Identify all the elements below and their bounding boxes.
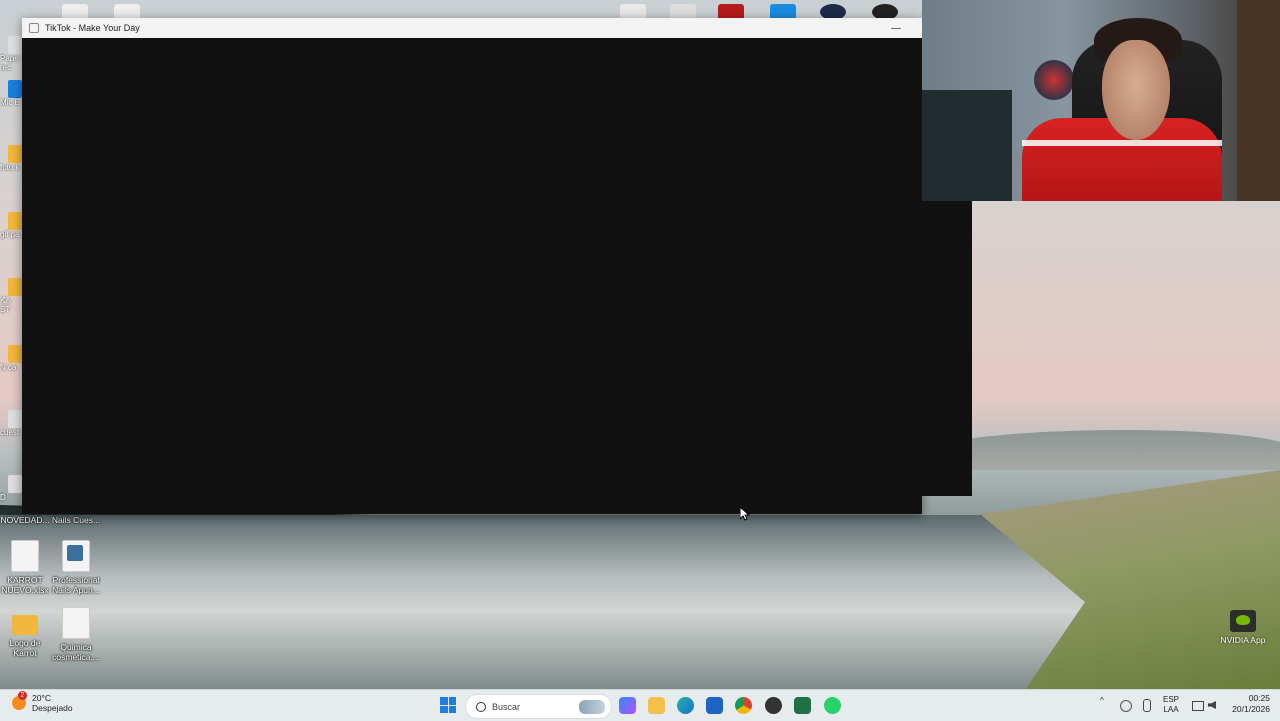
- icon-label: NOVEDAD...: [0, 515, 50, 525]
- icon-label: KA ST: [0, 296, 11, 314]
- start-icon-quad: [440, 697, 448, 705]
- start-icon-quad: [448, 697, 456, 705]
- desktop-icon-novedad[interactable]: NOVEDAD...: [0, 515, 50, 525]
- start-icon-quad: [440, 705, 448, 713]
- window-titlebar[interactable]: TikTok - Make Your Day —: [22, 18, 922, 38]
- icon-label: Nails Cues...: [51, 515, 101, 525]
- desktop-icon-partial[interactable]: gif pa: [0, 212, 22, 250]
- desktop-icon-partial[interactable]: N ca: [0, 345, 22, 383]
- desktop-icon-karrot-nuevo[interactable]: KARROT NUEVO.xlsx: [0, 540, 50, 595]
- file-icon: [8, 475, 22, 493]
- document-icon: [62, 540, 90, 572]
- network-icon[interactable]: [1192, 701, 1204, 711]
- window-content[interactable]: [22, 38, 922, 514]
- weather-sun-icon: 2: [12, 691, 27, 710]
- taskbar-search[interactable]: Buscar: [465, 694, 612, 719]
- desktop-icon-partial[interactable]: Pape rec: [0, 36, 22, 74]
- file-explorer-icon[interactable]: [648, 697, 665, 714]
- webcam-overlay: [922, 0, 1280, 201]
- icon-label: Mic E: [0, 98, 20, 107]
- microphone-icon[interactable]: [1143, 699, 1151, 712]
- weather-text: 20°C Despejado: [32, 693, 73, 713]
- window-content-extension[interactable]: [922, 201, 972, 496]
- copilot-icon[interactable]: [619, 697, 636, 714]
- desktop-icon-quimica[interactable]: Quimica cosmetica....: [51, 607, 101, 662]
- obs-icon[interactable]: [765, 697, 782, 714]
- icon-label: Quimica cosmetica....: [52, 642, 100, 662]
- language-indicator[interactable]: ESP LAA: [1163, 695, 1179, 715]
- webcam-face: [1102, 40, 1170, 140]
- recycle-bin-icon: [8, 36, 22, 54]
- app-icon: [29, 23, 39, 33]
- desktop-icon-partial[interactable]: foto k: [0, 145, 22, 183]
- desktop-icon-professional-nails[interactable]: Professional Nails Apun...: [51, 540, 101, 595]
- folder-icon: [8, 345, 22, 363]
- desktop-icon-nails-cues[interactable]: Nails Cues...: [51, 515, 101, 525]
- file-icon: [8, 410, 22, 428]
- excel-icon[interactable]: [794, 697, 811, 714]
- desktop-icon-logo-karrot[interactable]: Logo de Karrot: [0, 607, 50, 658]
- icon-label: gif pa: [0, 230, 20, 239]
- clock-time: 00:25: [1248, 693, 1270, 703]
- icon-label: KARROT NUEVO.xlsx: [1, 575, 49, 595]
- notification-badge: 2: [18, 691, 27, 700]
- icon-label: cuest: [0, 428, 20, 437]
- onedrive-icon[interactable]: [1120, 700, 1132, 712]
- minimize-button[interactable]: —: [883, 18, 909, 38]
- folder-icon: [8, 212, 22, 230]
- clock-date: 20/1/2026: [1232, 704, 1270, 714]
- wallpaper-hill: [930, 430, 1280, 470]
- folder-icon: [12, 615, 38, 635]
- taskbar: 2 20°C Despejado Buscar ^ ESP LAA 00:25 …: [0, 689, 1280, 721]
- volume-icon[interactable]: [1208, 701, 1216, 709]
- lang-layout: LAA: [1163, 705, 1179, 714]
- weather-widget[interactable]: 2 20°C Despejado: [12, 691, 73, 713]
- webcam-desk: [922, 90, 1012, 201]
- desktop-icon-partial[interactable]: KA ST: [0, 278, 22, 316]
- search-icon: [476, 701, 486, 712]
- search-highlight-icon: [579, 699, 605, 714]
- taskbar-clock[interactable]: 00:25 20/1/2026: [1225, 693, 1270, 715]
- webcam-poster: [1034, 60, 1074, 100]
- weather-desc: Despejado: [32, 703, 73, 713]
- excel-file-icon: [11, 540, 39, 572]
- icon-label: D: [0, 493, 6, 502]
- document-icon: [62, 607, 90, 639]
- window-title: TikTok - Make Your Day: [45, 23, 140, 33]
- desktop-icon-partial[interactable]: cuest: [0, 410, 22, 448]
- folder-icon: [8, 145, 22, 163]
- start-icon-quad: [448, 705, 456, 713]
- folder-icon: [8, 278, 22, 296]
- icon-label: Logo de Karrot: [9, 638, 41, 658]
- tray-overflow-icon[interactable]: ^: [1100, 696, 1104, 705]
- edge-icon[interactable]: [677, 697, 694, 714]
- chrome-icon[interactable]: [735, 697, 752, 714]
- icon-label: Pape rec: [0, 54, 19, 72]
- nvidia-icon: [1230, 610, 1256, 632]
- lang-code: ESP: [1163, 695, 1180, 704]
- webcam-door: [1237, 0, 1280, 201]
- desktop-icon-partial[interactable]: D: [0, 475, 22, 513]
- icon-label: foto k: [0, 163, 20, 172]
- webcam-shirt-stripe: [1022, 140, 1222, 146]
- store-icon[interactable]: [706, 697, 723, 714]
- desktop-icon-nvidia-app[interactable]: NVIDIA App: [1218, 610, 1268, 645]
- icon-label: N ca: [0, 363, 17, 372]
- mouse-cursor-icon: [740, 507, 750, 521]
- tiktok-window[interactable]: TikTok - Make Your Day —: [22, 18, 922, 514]
- whatsapp-icon[interactable]: [824, 697, 841, 714]
- weather-temp: 20°C: [32, 693, 51, 703]
- start-button[interactable]: [440, 697, 456, 713]
- edge-icon: [8, 80, 22, 98]
- desktop-icon-partial[interactable]: Mic E: [0, 80, 22, 118]
- search-placeholder: Buscar: [492, 701, 521, 712]
- icon-label: NVIDIA App: [1220, 635, 1266, 645]
- icon-label: Professional Nails Apun...: [52, 575, 100, 595]
